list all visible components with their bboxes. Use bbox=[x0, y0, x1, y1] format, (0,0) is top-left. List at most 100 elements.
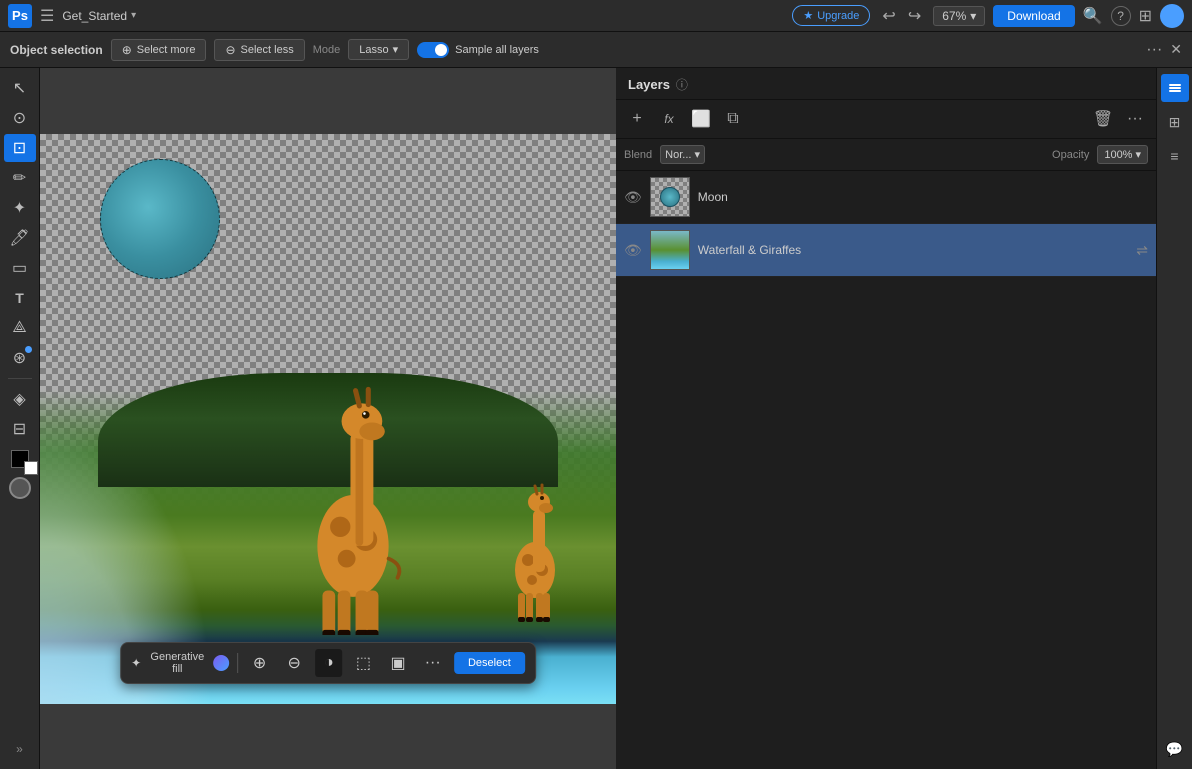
tool-circle-swatch[interactable] bbox=[9, 477, 31, 499]
opacity-chevron: ▾ bbox=[1135, 148, 1141, 161]
select-less-button[interactable]: ⊖ Select less bbox=[214, 39, 304, 61]
canvas-area[interactable]: ✦ Generative fill ⊕ ⊖ ◑ ⬚ ▣ ··· Deselect bbox=[40, 68, 616, 769]
layer-name-moon: Moon bbox=[698, 190, 1148, 204]
layer-name-waterfall: Waterfall & Giraffes bbox=[698, 243, 1128, 257]
download-button[interactable]: Download bbox=[993, 5, 1074, 27]
invert-button[interactable]: ◑ bbox=[316, 649, 343, 677]
background-color[interactable] bbox=[24, 461, 38, 475]
tool-rectangle[interactable]: ▭ bbox=[4, 254, 36, 282]
sample-all-layers-label: Sample all layers bbox=[455, 44, 539, 56]
canvas-wrapper: ✦ Generative fill ⊕ ⊖ ◑ ⬚ ▣ ··· Deselect bbox=[40, 134, 616, 704]
bt-more-button[interactable]: ··· bbox=[419, 649, 446, 677]
ps-logo: Ps bbox=[8, 4, 32, 28]
layer-item-moon[interactable]: 👁 Moon bbox=[616, 171, 1156, 224]
zoom-level: 67% bbox=[942, 9, 966, 23]
select-less-label: Select less bbox=[241, 44, 294, 56]
color-swatches[interactable] bbox=[4, 445, 36, 473]
giraffe-small bbox=[500, 455, 570, 635]
moon-circle bbox=[100, 159, 220, 279]
panel-icon-adjustments[interactable]: ≡ bbox=[1161, 142, 1189, 170]
tool-gen-ai[interactable]: ✦ bbox=[4, 194, 36, 222]
gen-fill-icon: ✦ bbox=[131, 656, 141, 670]
zoom-chevron: ▾ bbox=[970, 9, 976, 23]
help-icon[interactable]: ? bbox=[1111, 6, 1131, 26]
main-area: ↖ ⊙ ⊡ ✏ ✦ 🖊 ▭ T ⟁ ⊛ ◈ ⊟ » bbox=[0, 68, 1192, 769]
zoom-control[interactable]: 67% ▾ bbox=[933, 6, 985, 26]
tool-object-selection[interactable]: ⊡ bbox=[4, 134, 36, 162]
redo-button[interactable]: ↪ bbox=[904, 4, 925, 28]
layer-thumb-scene-bg bbox=[651, 231, 689, 269]
layer-thumb-moon bbox=[650, 177, 690, 217]
toggle-switch[interactable] bbox=[417, 42, 449, 58]
tool-warp[interactable]: ⟁ bbox=[4, 314, 36, 342]
apps-icon[interactable]: ⊞ bbox=[1139, 6, 1152, 26]
blend-value: Nor... bbox=[665, 149, 691, 161]
group-button[interactable]: ⧉ bbox=[720, 106, 746, 132]
bt-divider-1 bbox=[237, 653, 238, 673]
layers-panel: Layers ⓘ + fx ⬜ ⧉ 🗑 ··· Blend Nor... ▾ bbox=[616, 68, 1156, 769]
lasso-dropdown[interactable]: Lasso ▾ bbox=[348, 39, 409, 60]
gen-fill-label: Generative fill bbox=[146, 651, 208, 675]
layer-item-waterfall[interactable]: 👁 Waterfall & Giraffes ⇌ bbox=[616, 224, 1156, 277]
opacity-label: Opacity bbox=[1052, 149, 1089, 161]
user-avatar[interactable] bbox=[1160, 4, 1184, 28]
panel-icon-comments[interactable]: 💬 bbox=[1161, 735, 1189, 763]
doc-title[interactable]: Get_Started ▾ bbox=[62, 9, 136, 23]
bottom-toolbar: ✦ Generative fill ⊕ ⊖ ◑ ⬚ ▣ ··· Deselect bbox=[120, 642, 536, 684]
doc-title-text: Get_Started bbox=[62, 9, 127, 23]
gen-fill-badge bbox=[213, 655, 229, 671]
top-bar: Ps ☰ Get_Started ▾ ★ Upgrade ↩ ↪ 67% ▾ D… bbox=[0, 0, 1192, 32]
tool-smart-icon: ⊛ bbox=[13, 348, 26, 368]
deselect-button[interactable]: Deselect bbox=[454, 652, 525, 674]
layers-more-button[interactable]: ··· bbox=[1122, 106, 1148, 132]
lasso-chevron: ▾ bbox=[393, 43, 399, 56]
upgrade-button[interactable]: ★ Upgrade bbox=[792, 5, 870, 26]
more-tools-button[interactable]: » bbox=[4, 735, 36, 763]
hamburger-menu[interactable]: ☰ bbox=[40, 6, 54, 26]
ai-badge bbox=[25, 346, 32, 353]
layer-visibility-moon[interactable]: 👁 bbox=[624, 189, 642, 206]
tool-color-picker[interactable]: ◈ bbox=[4, 385, 36, 413]
layers-info-icon[interactable]: ⓘ bbox=[676, 76, 688, 93]
sidebar-divider-1 bbox=[8, 378, 32, 379]
right-side-icons: ⊞ ≡ 💬 bbox=[1156, 68, 1192, 769]
mode-label: Mode bbox=[313, 44, 341, 56]
layer-thumb-moon-circle bbox=[660, 187, 680, 207]
tool-smart[interactable]: ⊛ bbox=[4, 344, 36, 372]
panel-icon-layers[interactable] bbox=[1161, 74, 1189, 102]
toolbar-close-button[interactable]: ✕ bbox=[1170, 41, 1182, 58]
sample-all-layers-toggle[interactable]: Sample all layers bbox=[417, 42, 539, 58]
subtract-button[interactable]: ⊖ bbox=[281, 649, 308, 677]
undo-button[interactable]: ↩ bbox=[878, 4, 899, 28]
tool-brush[interactable]: ✏ bbox=[4, 164, 36, 192]
tool-type[interactable]: T bbox=[4, 284, 36, 312]
delete-layer-button[interactable]: 🗑 bbox=[1090, 106, 1116, 132]
tool-pen[interactable]: 🖊 bbox=[4, 224, 36, 252]
toolbar-more-button[interactable]: ··· bbox=[1146, 41, 1162, 59]
generative-fill-button[interactable]: ✦ Generative fill bbox=[131, 651, 229, 675]
layer-adjust-icon[interactable]: ⇌ bbox=[1136, 242, 1148, 259]
select-canvas-button[interactable]: ▣ bbox=[385, 649, 412, 677]
tool-name-label: Object selection bbox=[10, 43, 103, 57]
blend-dropdown[interactable]: Nor... ▾ bbox=[660, 145, 705, 164]
tool-ruler[interactable]: ⊟ bbox=[4, 415, 36, 443]
select-more-icon: ⊕ bbox=[122, 43, 132, 57]
panel-icon-properties[interactable]: ⊞ bbox=[1161, 108, 1189, 136]
select-more-button[interactable]: ⊕ Select more bbox=[111, 39, 207, 61]
opacity-input[interactable]: 100% ▾ bbox=[1097, 145, 1148, 164]
layers-title: Layers bbox=[628, 77, 670, 92]
select-less-icon: ⊖ bbox=[225, 43, 235, 57]
layer-visibility-waterfall[interactable]: 👁 bbox=[624, 242, 642, 259]
search-icon[interactable]: 🔍 bbox=[1083, 6, 1103, 26]
layer-thumb-waterfall bbox=[650, 230, 690, 270]
add-layer-button[interactable]: + bbox=[624, 106, 650, 132]
blend-chevron: ▾ bbox=[694, 148, 700, 161]
left-sidebar: ↖ ⊙ ⊡ ✏ ✦ 🖊 ▭ T ⟁ ⊛ ◈ ⊟ » bbox=[0, 68, 40, 769]
fx-button[interactable]: fx bbox=[656, 106, 682, 132]
tool-eyedropper[interactable]: ⊙ bbox=[4, 104, 36, 132]
select-subject-button[interactable]: ⬚ bbox=[350, 649, 377, 677]
transform-button[interactable]: ⊕ bbox=[246, 649, 273, 677]
top-icons: 🔍 ? ⊞ bbox=[1083, 6, 1152, 26]
mask-button[interactable]: ⬜ bbox=[688, 106, 714, 132]
tool-select[interactable]: ↖ bbox=[4, 74, 36, 102]
